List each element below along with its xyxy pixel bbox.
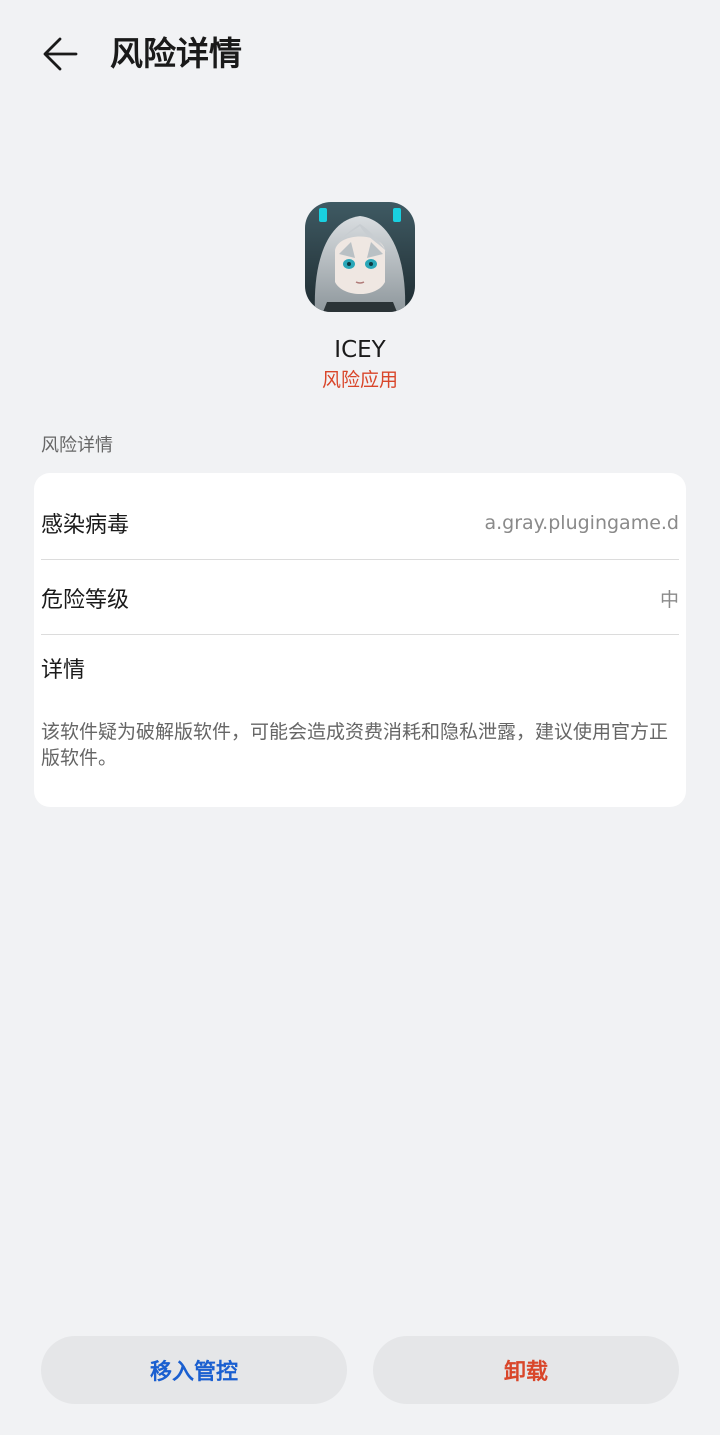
risk-details-card: 感染病毒 a.gray.plugingame.d 危险等级 中 详情 该软件疑为… — [34, 473, 686, 807]
risk-level-label: 危险等级 — [41, 588, 130, 613]
move-to-control-button[interactable]: 移入管控 — [41, 1336, 347, 1404]
app-icon — [305, 202, 415, 312]
app-name: ICEY — [334, 337, 386, 363]
details-title: 详情 — [41, 658, 86, 683]
back-button[interactable] — [36, 32, 84, 76]
divider — [41, 559, 679, 560]
header-bar: 风险详情 — [0, 0, 720, 110]
details-text: 该软件疑为破解版软件，可能会造成资费消耗和隐私泄露，建议使用官方正版软件。 — [41, 721, 669, 769]
page-title: 风险详情 — [110, 34, 242, 73]
divider — [41, 634, 679, 635]
risk-status-label: 风险应用 — [321, 369, 398, 391]
infected-virus-row: 感染病毒 a.gray.plugingame.d — [41, 486, 679, 560]
section-label: 风险详情 — [41, 435, 113, 456]
infected-virus-value: a.gray.plugingame.d — [484, 512, 679, 534]
risk-level-row: 危险等级 中 — [41, 561, 679, 635]
risk-level-value: 中 — [659, 588, 679, 611]
infected-virus-label: 感染病毒 — [41, 513, 130, 538]
arrow-left-icon — [43, 37, 78, 71]
uninstall-button[interactable]: 卸载 — [373, 1336, 679, 1404]
